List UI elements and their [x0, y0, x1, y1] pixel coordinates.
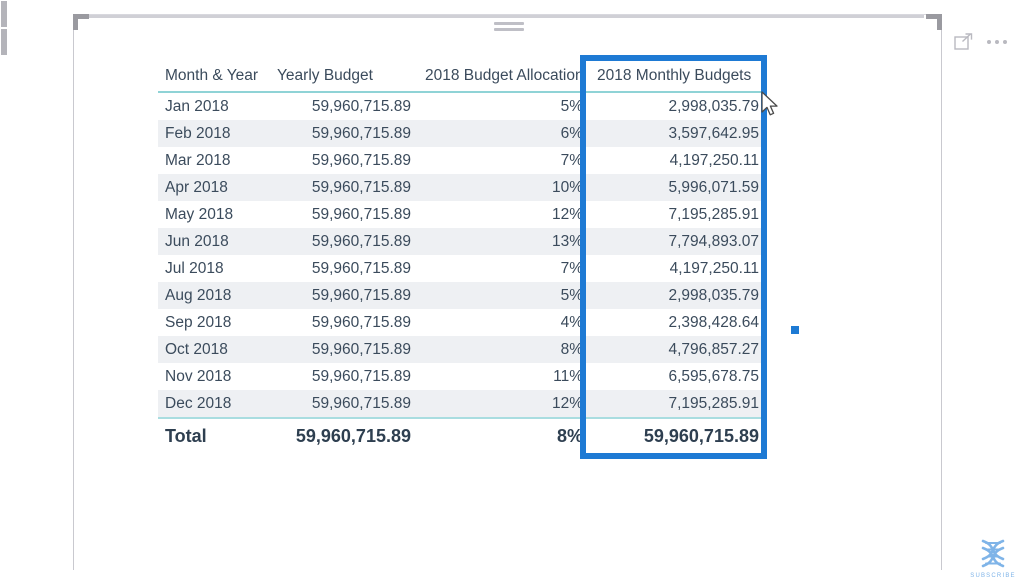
- table-total-row: Total 59,960,715.89 8% 59,960,715.89: [158, 417, 766, 453]
- cell-alloc: 7%: [418, 147, 590, 174]
- cell-month: Dec 2018: [158, 390, 270, 418]
- cell-alloc: 12%: [418, 201, 590, 228]
- cell-alloc: 12%: [418, 390, 590, 418]
- resize-handle-right[interactable]: [0, 28, 8, 56]
- focus-mode-icon[interactable]: [954, 33, 973, 50]
- table-row[interactable]: Jan 2018 59,960,715.89 5% 2,998,035.79: [158, 92, 766, 120]
- cell-yearly: 59,960,715.89: [270, 282, 418, 309]
- table-row[interactable]: Feb 2018 59,960,715.89 6% 3,597,642.95: [158, 120, 766, 147]
- cell-alloc: 13%: [418, 228, 590, 255]
- header-row: Month & Year Yearly Budget 2018 Budget A…: [158, 61, 766, 93]
- screen: Month & Year Yearly Budget 2018 Budget A…: [0, 0, 1024, 582]
- cell-alloc: 4%: [418, 309, 590, 336]
- total-yearly: 59,960,715.89: [270, 417, 418, 453]
- cell-month: Mar 2018: [158, 147, 270, 174]
- table-row[interactable]: Mar 2018 59,960,715.89 7% 4,197,250.11: [158, 147, 766, 174]
- column-header-alloc[interactable]: 2018 Budget Allocation: [418, 61, 590, 93]
- cell-yearly: 59,960,715.89: [270, 147, 418, 174]
- cell-alloc: 5%: [418, 282, 590, 309]
- table-row[interactable]: Apr 2018 59,960,715.89 10% 5,996,071.59: [158, 174, 766, 201]
- cell-month: Jun 2018: [158, 228, 270, 255]
- table-row[interactable]: Jul 2018 59,960,715.89 7% 4,197,250.11: [158, 255, 766, 282]
- blue-dot-marker: [791, 326, 799, 334]
- table-row[interactable]: Jun 2018 59,960,715.89 13% 7,794,893.07: [158, 228, 766, 255]
- matrix-table[interactable]: Month & Year Yearly Budget 2018 Budget A…: [158, 61, 766, 453]
- mouse-cursor: [760, 91, 780, 119]
- more-options-icon[interactable]: [987, 33, 1007, 50]
- column-header-yearly[interactable]: Yearly Budget: [270, 61, 418, 93]
- total-monthly: 59,960,715.89: [590, 417, 766, 453]
- resize-handle-top-left[interactable]: [73, 14, 89, 30]
- cell-monthly: 4,796,857.27: [590, 336, 766, 363]
- resize-handle-left[interactable]: [0, 0, 8, 28]
- cell-month: Aug 2018: [158, 282, 270, 309]
- cell-month: Nov 2018: [158, 363, 270, 390]
- cell-monthly: 7,794,893.07: [590, 228, 766, 255]
- cell-alloc: 5%: [418, 92, 590, 120]
- cell-month: May 2018: [158, 201, 270, 228]
- cell-yearly: 59,960,715.89: [270, 309, 418, 336]
- subscribe-watermark: SUBSCRIBE: [968, 538, 1018, 582]
- cell-alloc: 10%: [418, 174, 590, 201]
- cell-alloc: 7%: [418, 255, 590, 282]
- resize-handle-top-right[interactable]: [926, 14, 942, 30]
- cell-yearly: 59,960,715.89: [270, 92, 418, 120]
- matrix-table-wrap: Month & Year Yearly Budget 2018 Budget A…: [158, 61, 766, 453]
- table-row[interactable]: Sep 2018 59,960,715.89 4% 2,398,428.64: [158, 309, 766, 336]
- column-header-month[interactable]: Month & Year: [158, 61, 270, 93]
- total-label: Total: [158, 417, 270, 453]
- cell-month: Feb 2018: [158, 120, 270, 147]
- cell-monthly: 4,197,250.11: [590, 255, 766, 282]
- cell-yearly: 59,960,715.89: [270, 390, 418, 418]
- total-alloc: 8%: [418, 417, 590, 453]
- table-header: Month & Year Yearly Budget 2018 Budget A…: [158, 61, 766, 93]
- table-row[interactable]: Oct 2018 59,960,715.89 8% 4,796,857.27: [158, 336, 766, 363]
- drag-handle-icon[interactable]: [494, 22, 524, 34]
- table-footer: Total 59,960,715.89 8% 59,960,715.89: [158, 417, 766, 453]
- visual-top-border: [89, 15, 924, 18]
- table-row[interactable]: Dec 2018 59,960,715.89 12% 7,195,285.91: [158, 390, 766, 418]
- cell-monthly: 7,195,285.91: [590, 201, 766, 228]
- cell-monthly: 2,998,035.79: [590, 92, 766, 120]
- cell-yearly: 59,960,715.89: [270, 120, 418, 147]
- cell-month: Jul 2018: [158, 255, 270, 282]
- more-dot-3: [1003, 39, 1007, 44]
- cell-monthly: 7,195,285.91: [590, 390, 766, 418]
- cell-monthly: 3,597,642.95: [590, 120, 766, 147]
- cell-monthly: 2,398,428.64: [590, 309, 766, 336]
- cell-yearly: 59,960,715.89: [270, 255, 418, 282]
- cell-alloc: 8%: [418, 336, 590, 363]
- matrix-visual-container[interactable]: Month & Year Yearly Budget 2018 Budget A…: [73, 14, 1007, 570]
- more-dot-1: [987, 39, 991, 44]
- watermark-label: SUBSCRIBE: [970, 573, 1016, 579]
- cell-yearly: 59,960,715.89: [270, 174, 418, 201]
- cell-month: Jan 2018: [158, 92, 270, 120]
- table-row[interactable]: Aug 2018 59,960,715.89 5% 2,998,035.79: [158, 282, 766, 309]
- cell-yearly: 59,960,715.89: [270, 336, 418, 363]
- dna-helix-icon: [981, 539, 1005, 568]
- drag-line-1: [494, 22, 524, 25]
- cell-yearly: 59,960,715.89: [270, 363, 418, 390]
- cell-monthly: 4,197,250.11: [590, 147, 766, 174]
- drag-line-2: [494, 28, 524, 31]
- table-row[interactable]: Nov 2018 59,960,715.89 11% 6,595,678.75: [158, 363, 766, 390]
- cell-month: Apr 2018: [158, 174, 270, 201]
- column-header-monthly[interactable]: 2018 Monthly Budgets: [590, 61, 766, 93]
- table-row[interactable]: May 2018 59,960,715.89 12% 7,195,285.91: [158, 201, 766, 228]
- cell-monthly: 2,998,035.79: [590, 282, 766, 309]
- table-body: Jan 2018 59,960,715.89 5% 2,998,035.79 Feb 2…: [158, 92, 766, 418]
- cell-month: Sep 2018: [158, 309, 270, 336]
- visual-header-icons: [954, 33, 1007, 50]
- cell-monthly: 6,595,678.75: [590, 363, 766, 390]
- cell-monthly: 5,996,071.59: [590, 174, 766, 201]
- more-dot-2: [995, 39, 999, 44]
- cell-alloc: 6%: [418, 120, 590, 147]
- cell-month: Oct 2018: [158, 336, 270, 363]
- cell-yearly: 59,960,715.89: [270, 228, 418, 255]
- cell-yearly: 59,960,715.89: [270, 201, 418, 228]
- cell-alloc: 11%: [418, 363, 590, 390]
